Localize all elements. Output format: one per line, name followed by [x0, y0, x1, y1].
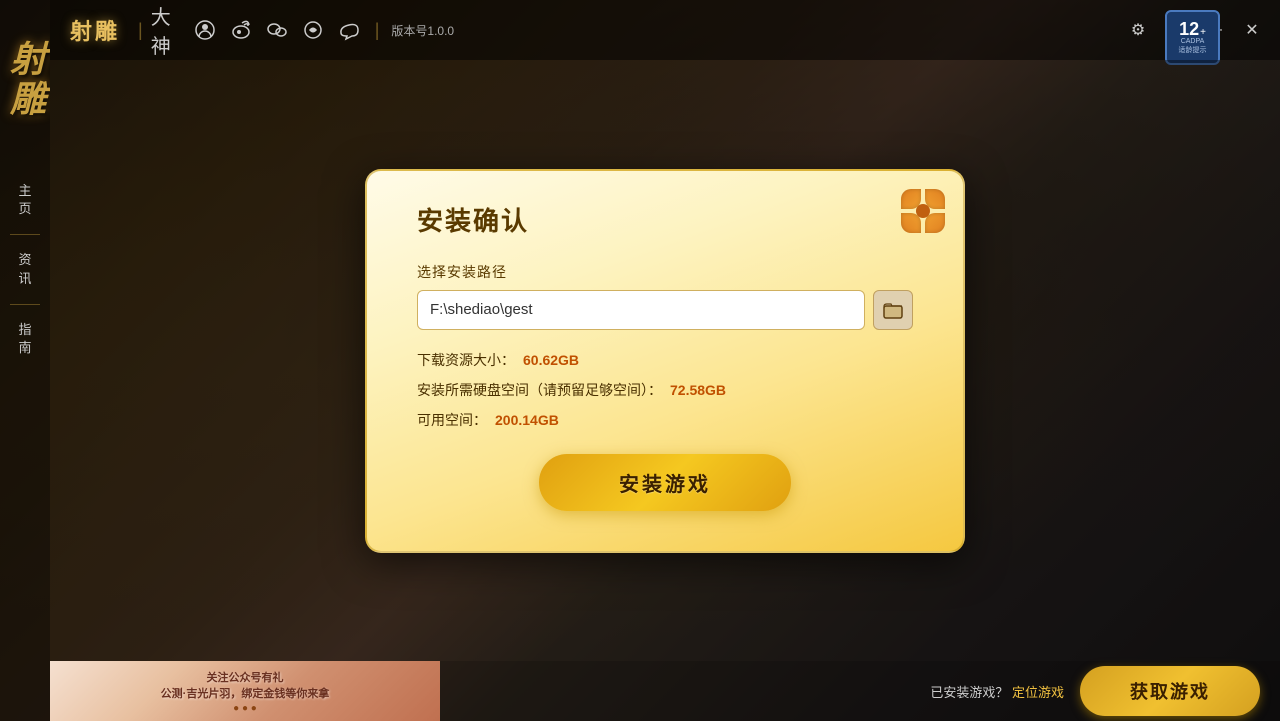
- sidebar: 射雕 主页 资讯 指南: [0, 0, 50, 721]
- download-size-value: 60.62GB: [523, 352, 579, 368]
- cadpa-label: CADPA: [1181, 38, 1205, 45]
- bottom-right: 已安装游戏？ 定位游戏 获取游戏: [440, 666, 1280, 716]
- topbar-brand: 射雕: [70, 14, 120, 46]
- path-row: [417, 290, 913, 330]
- sidebar-logo: 射雕: [0, 0, 50, 160]
- version-label: 版本号1.0.0: [391, 22, 454, 39]
- banner-text: 关注公众号有礼 公测·吉光片羽，绑定金钱等你来拿: [161, 669, 330, 701]
- settings-button[interactable]: ⚙: [1122, 14, 1154, 46]
- age-plus: +: [1200, 27, 1206, 38]
- path-input[interactable]: [417, 290, 865, 330]
- download-size-label: 下载资源大小：: [417, 350, 515, 370]
- download-size-row: 下载资源大小： 60.62GB: [417, 350, 913, 370]
- topbar-icon-weixin[interactable]: [259, 12, 295, 48]
- topbar-icon-service[interactable]: [331, 12, 367, 48]
- flower-center: [916, 204, 930, 218]
- topbar-separator-2: |: [375, 20, 380, 41]
- close-button[interactable]: ✕: [1236, 14, 1268, 46]
- sidebar-divider-2: [10, 304, 40, 305]
- dialog-install-button[interactable]: 安装游戏: [539, 454, 791, 511]
- modal-overlay: 安装确认 选择安装路径 下载资源大小： 60.62GB 安装所需硬盘空间（请预留…: [50, 60, 1280, 661]
- sidebar-item-news[interactable]: 资讯: [0, 239, 50, 299]
- installed-text: 已安装游戏？ 定位游戏: [930, 682, 1064, 701]
- path-label: 选择安装路径: [417, 262, 913, 282]
- petal-3: [925, 213, 945, 233]
- flower-close-icon: [899, 187, 947, 235]
- age-label: 适龄提示: [1179, 45, 1207, 55]
- disk-space-row: 安装所需硬盘空间（请预留足够空间）： 72.58GB: [417, 380, 913, 400]
- topbar-icon-weibo[interactable]: [223, 12, 259, 48]
- dialog-close-button[interactable]: [899, 187, 947, 235]
- age-number: 12: [1179, 20, 1199, 38]
- disk-space-label: 安装所需硬盘空间（请预留足够空间）：: [417, 380, 662, 400]
- locate-game-link[interactable]: 定位游戏: [1012, 685, 1064, 700]
- topbar-icon-wangyiquan[interactable]: [187, 12, 223, 48]
- topbar-icon-netease[interactable]: [295, 12, 331, 48]
- topbar-icon-dashen[interactable]: 大神: [151, 12, 187, 48]
- sidebar-item-guide[interactable]: 指南: [0, 309, 50, 369]
- browse-button[interactable]: [873, 290, 913, 330]
- sidebar-nav: 主页 资讯 指南: [0, 170, 50, 369]
- topbar: 射雕 | 大神: [50, 0, 1280, 60]
- available-space-value: 200.14GB: [495, 412, 559, 428]
- disk-space-value: 72.58GB: [670, 382, 726, 398]
- dialog-title: 安装确认: [417, 201, 913, 238]
- topbar-separator: |: [138, 20, 143, 41]
- sidebar-item-home[interactable]: 主页: [0, 170, 50, 230]
- sidebar-divider-1: [10, 234, 40, 235]
- banner-thumbnail[interactable]: 关注公众号有礼 公测·吉光片羽，绑定金钱等你来拿 ● ● ●: [50, 661, 440, 721]
- get-game-button[interactable]: 获取游戏: [1080, 666, 1260, 716]
- topbar-nav: 射雕 | 大神: [50, 12, 1122, 48]
- available-space-label: 可用空间：: [417, 410, 487, 430]
- logo-text: 射雕: [7, 40, 43, 120]
- bottombar: 关注公众号有礼 公测·吉光片羽，绑定金钱等你来拿 ● ● ● 已安装游戏？ 定位…: [50, 661, 1280, 721]
- install-dialog: 安装确认 选择安装路径 下载资源大小： 60.62GB 安装所需硬盘空间（请预留…: [365, 169, 965, 553]
- banner-dots: ● ● ●: [233, 703, 257, 714]
- available-space-row: 可用空间： 200.14GB: [417, 410, 913, 430]
- age-rating-badge: 12 + CADPA 适龄提示: [1165, 10, 1220, 65]
